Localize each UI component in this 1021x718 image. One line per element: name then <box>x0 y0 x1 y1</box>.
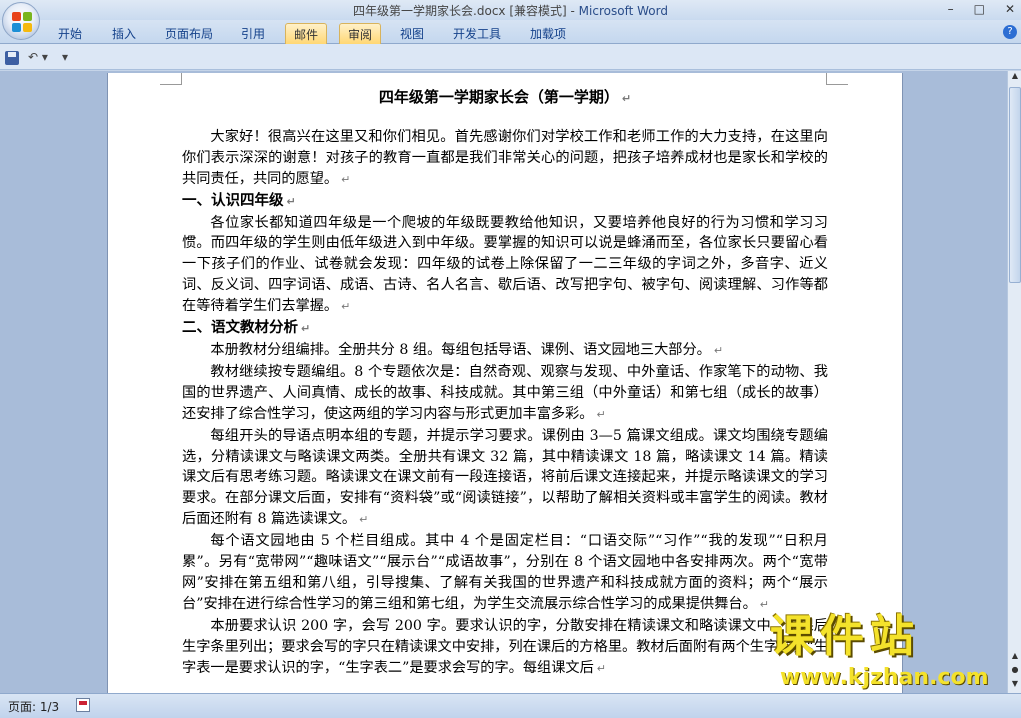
maximize-button[interactable]: □ <box>974 2 985 16</box>
office-button[interactable] <box>2 2 40 40</box>
status-bar: 页面: 1/3 <box>0 693 1021 718</box>
margin-corner-left <box>160 73 182 85</box>
paragraph-mark: ↵ <box>341 300 351 314</box>
previous-page-icon[interactable]: ▲ <box>1009 651 1021 663</box>
tab-home[interactable]: 开始 <box>50 23 90 44</box>
block-text: 一、认识四年级 <box>182 191 284 209</box>
tab-review[interactable]: 审阅 <box>339 23 382 44</box>
watermark-url: www.kjzhan.com <box>780 665 989 690</box>
document-title-text: 四年级第一学期家长会（第一学期） <box>378 88 619 106</box>
body-paragraph: 每个语文园地由 5 个栏目组成。其中 4 个是固定栏目：“口语交际”“习作”“我… <box>182 531 828 616</box>
scrollbar-thumb[interactable] <box>1009 87 1021 283</box>
proofing-icon[interactable] <box>76 698 90 712</box>
body-paragraph: 大家好！很高兴在这里又和你们相见。首先感谢你们对学校工作和老师工作的大力支持，在… <box>182 127 828 191</box>
body-paragraph: 本册要求认识 200 字，会写 200 字。要求认识的字，分散安排在精读课文和略… <box>182 616 828 680</box>
block-text: 本册教材分组编排。全册共分 8 组。每组包括导语、课例、语文园地三大部分。 <box>210 341 711 358</box>
tab-view[interactable]: 视图 <box>392 23 432 44</box>
tab-mailings[interactable]: 邮件 <box>285 23 328 44</box>
tab-insert[interactable]: 插入 <box>104 23 144 44</box>
browse-object-icon[interactable]: ● <box>1009 665 1021 677</box>
paragraph-mark: ↵ <box>301 322 311 336</box>
block-text: 二、语文教材分析 <box>182 319 298 337</box>
document-title: 四年级第一学期家长会（第一学期） ↵ <box>182 87 828 110</box>
window-controls: – □ ✕ <box>948 2 1015 16</box>
customize-qat-button[interactable]: ▾ <box>62 50 68 64</box>
scroll-up-icon[interactable]: ▲ <box>1009 71 1021 83</box>
document-body[interactable]: 四年级第一学期家长会（第一学期） ↵ 大家好！很高兴在这里又和你们相见。首先感谢你… <box>182 87 828 679</box>
window-title: 四年级第一学期家长会.docx [兼容模式] - Microsoft Word <box>0 2 1021 19</box>
save-icon[interactable] <box>5 51 19 65</box>
paragraph-mark: ↵ <box>621 92 632 105</box>
tab-developer[interactable]: 开发工具 <box>445 23 509 44</box>
next-page-icon[interactable]: ▼ <box>1009 679 1021 691</box>
app-name: Microsoft Word <box>578 4 668 18</box>
block-text: 本册要求认识 200 字，会写 200 字。要求认识的字，分散安排在精读课文和略… <box>182 617 828 676</box>
section-heading: 一、认识四年级 ↵ <box>182 191 828 213</box>
tab-page-layout[interactable]: 页面布局 <box>157 23 221 44</box>
help-icon[interactable]: ? <box>1003 25 1017 39</box>
paragraph-mark: ↵ <box>713 343 724 357</box>
body-paragraph: 本册教材分组编排。全册共分 8 组。每组包括导语、课例、语文园地三大部分。 ↵ <box>182 340 828 362</box>
close-button[interactable]: ✕ <box>1005 2 1015 16</box>
quick-access-toolbar: ↶ ▾ ▾ <box>0 44 1021 70</box>
block-text: 每组开头的导语点明本组的专题，并提示学习要求。课例由 3—5 篇课文组成。课文均… <box>182 427 828 528</box>
margin-corner-right <box>826 73 848 85</box>
block-text: 各位家长都知道四年级是一个爬坡的年级既要教给他知识，又要培养他良好的行为习惯和学… <box>182 214 828 315</box>
block-text: 教材继续按专题编组。8 个专题依次是：自然奇观、观察与发现、中外童话、作家笔下的… <box>182 363 828 422</box>
document-name: 四年级第一学期家长会.docx [兼容模式] - <box>353 4 579 18</box>
document-page[interactable]: 四年级第一学期家长会（第一学期） ↵ 大家好！很高兴在这里又和你们相见。首先感谢你… <box>108 73 902 695</box>
paragraph-mark: ↵ <box>359 513 369 527</box>
watermark-title: 课件站 <box>770 611 920 662</box>
page-count[interactable]: 页面: 1/3 <box>8 698 59 715</box>
tab-addins[interactable]: 加载项 <box>522 23 574 44</box>
section-heading: 二、语文教材分析 ↵ <box>182 318 828 340</box>
body-paragraph: 教材继续按专题编组。8 个专题依次是：自然奇观、观察与发现、中外童话、作家笔下的… <box>182 362 828 426</box>
paragraph-mark: ↵ <box>759 597 769 611</box>
block-text: 每个语文园地由 5 个栏目组成。其中 4 个是固定栏目：“口语交际”“习作”“我… <box>182 533 828 612</box>
minimize-button[interactable]: – <box>948 2 954 16</box>
title-bar: 四年级第一学期家长会.docx [兼容模式] - Microsoft Word … <box>0 0 1021 20</box>
body-paragraph: 各位家长都知道四年级是一个爬坡的年级既要教给他知识，又要培养他良好的行为习惯和学… <box>182 213 828 319</box>
paragraph-mark: ↵ <box>341 172 351 186</box>
paragraph-mark: ↵ <box>286 194 296 208</box>
vertical-scrollbar[interactable]: ▲ ▲ ● ▼ <box>1007 71 1021 693</box>
tab-references[interactable]: 引用 <box>233 23 273 44</box>
paragraph-mark: ↵ <box>596 407 606 421</box>
block-text: 大家好！很高兴在这里又和你们相见。首先感谢你们对学校工作和老师工作的大力支持，在… <box>182 128 828 187</box>
undo-button[interactable]: ↶ ▾ <box>28 50 48 64</box>
paragraph-mark: ↵ <box>596 661 606 675</box>
ribbon-tabs: 开始 插入 页面布局 引用 邮件 审阅 视图 开发工具 加载项 <box>0 20 1021 44</box>
body-paragraph: 每组开头的导语点明本组的专题，并提示学习要求。课例由 3—5 篇课文组成。课文均… <box>182 426 828 532</box>
watermark-logo: 课件站 www.kjzhan.com <box>770 612 1010 692</box>
office-logo-icon <box>12 12 32 32</box>
